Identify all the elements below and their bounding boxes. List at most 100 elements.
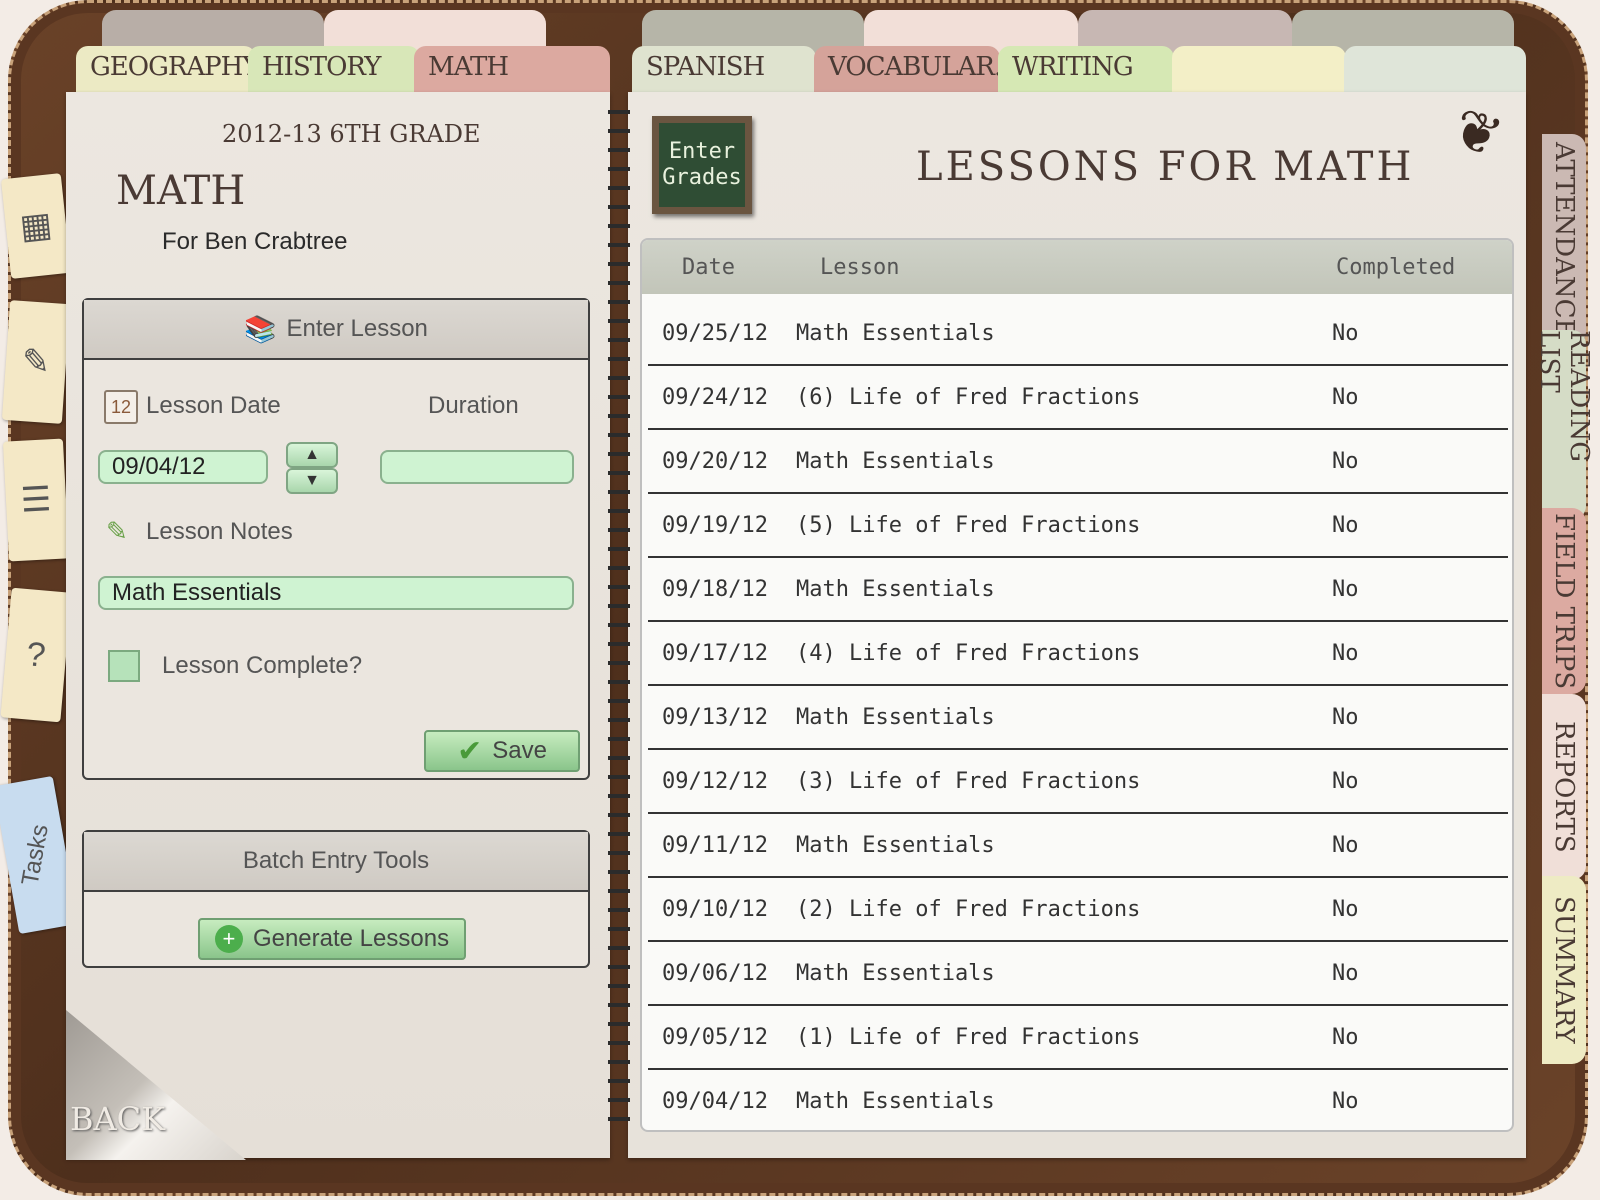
- lesson-complete-checkbox[interactable]: [108, 650, 140, 682]
- tab-reading-list-label: READING LIST: [1534, 330, 1594, 462]
- lessons-table: Date Lesson Completed 09/25/12 Math Essen…: [640, 238, 1514, 1132]
- row-date: 09/19/12: [662, 512, 768, 538]
- batch-entry-header: Batch Entry Tools: [84, 832, 588, 892]
- year-grade: 2012-13 6TH GRADE: [222, 120, 481, 148]
- row-lesson: Math Essentials: [796, 832, 995, 858]
- subject-title: MATH: [116, 168, 246, 214]
- enter-grades-button[interactable]: Enter Grades: [652, 116, 752, 214]
- row-lesson: (1) Life of Fred Fractions: [796, 1024, 1141, 1050]
- tab-history[interactable]: HISTORY: [248, 46, 420, 94]
- pencil-note[interactable]: ✎: [1, 300, 71, 424]
- table-row[interactable]: 09/25/12 Math Essentials No: [648, 302, 1508, 366]
- lesson-date-label: Lesson Date: [146, 392, 281, 419]
- student-name: For Ben Crabtree: [162, 228, 348, 255]
- notes-pencil-icon: ✎: [106, 516, 128, 546]
- books-icon: 📚: [244, 313, 277, 344]
- header-completed[interactable]: Completed: [1336, 255, 1512, 280]
- tab-blank-1[interactable]: [1172, 46, 1346, 94]
- tasks-label: Tasks: [16, 822, 55, 888]
- lesson-date-field[interactable]: 09/04/12: [98, 450, 268, 484]
- row-lesson: (4) Life of Fred Fractions: [796, 640, 1141, 666]
- table-row[interactable]: 09/06/12 Math Essentials No: [648, 942, 1508, 1006]
- row-lesson: (5) Life of Fred Fractions: [796, 512, 1141, 538]
- row-completed: No: [1332, 384, 1359, 410]
- table-row[interactable]: 09/19/12 (5) Life of Fred Fractions No: [648, 494, 1508, 558]
- table-row[interactable]: 09/11/12 Math Essentials No: [648, 814, 1508, 878]
- date-down-button[interactable]: ▼: [286, 468, 338, 494]
- table-row[interactable]: 09/18/12 Math Essentials No: [648, 558, 1508, 622]
- table-row[interactable]: 09/10/12 (2) Life of Fred Fractions No: [648, 878, 1508, 942]
- row-lesson: Math Essentials: [796, 704, 995, 730]
- tab-math[interactable]: MATH: [414, 46, 610, 94]
- row-completed: No: [1332, 1088, 1359, 1114]
- tab-blank-2[interactable]: [1344, 46, 1526, 94]
- lesson-notes-label: Lesson Notes: [146, 518, 293, 545]
- table-row[interactable]: 09/20/12 Math Essentials No: [648, 430, 1508, 494]
- row-completed: No: [1332, 448, 1359, 474]
- generate-lessons-button[interactable]: + Generate Lessons: [198, 918, 466, 960]
- lessons-title: LESSONS FOR MATH: [916, 144, 1415, 190]
- table-row[interactable]: 09/13/12 Math Essentials No: [648, 686, 1508, 750]
- enter-lesson-header: 📚 Enter Lesson: [84, 300, 588, 360]
- row-lesson: (2) Life of Fred Fractions: [796, 896, 1141, 922]
- tab-summary-label: SUMMARY: [1549, 896, 1579, 1044]
- row-completed: No: [1332, 1024, 1359, 1050]
- header-lesson[interactable]: Lesson: [790, 255, 1336, 280]
- row-completed: No: [1332, 768, 1359, 794]
- date-up-button[interactable]: ▲: [286, 442, 338, 468]
- enter-grades-line1: Enter: [668, 139, 736, 164]
- duration-field[interactable]: [380, 450, 574, 484]
- table-row[interactable]: 09/04/12 Math Essentials No: [648, 1070, 1508, 1130]
- table-row[interactable]: 09/12/12 (3) Life of Fred Fractions No: [648, 750, 1508, 814]
- table-row[interactable]: 09/24/12 (6) Life of Fred Fractions No: [648, 366, 1508, 430]
- back-button[interactable]: BACK: [70, 1100, 165, 1138]
- tab-reading-list[interactable]: READING LIST: [1534, 330, 1594, 520]
- tab-field-trips-label: FIELD TRIPS: [1549, 512, 1579, 690]
- tab-geography[interactable]: GEOGRAPHY: [76, 46, 256, 94]
- tab-field-trips[interactable]: FIELD TRIPS: [1542, 508, 1586, 694]
- tab-reports[interactable]: REPORTS: [1542, 694, 1586, 880]
- row-date: 09/25/12: [662, 320, 768, 346]
- row-lesson: Math Essentials: [796, 576, 995, 602]
- tab-attendance[interactable]: ATTENDANCE: [1542, 134, 1586, 346]
- enter-lesson-title: Enter Lesson: [286, 315, 428, 342]
- duration-label: Duration: [428, 392, 519, 419]
- tab-writing[interactable]: WRITING: [998, 46, 1174, 94]
- row-date: 09/18/12: [662, 576, 768, 602]
- row-lesson: Math Essentials: [796, 448, 995, 474]
- row-lesson: (6) Life of Fred Fractions: [796, 384, 1141, 410]
- tab-summary[interactable]: SUMMARY: [1542, 876, 1586, 1064]
- row-date: 09/17/12: [662, 640, 768, 666]
- tab-vocabulary-label: VOCABULAR..: [828, 52, 1000, 82]
- question-note[interactable]: ?: [0, 587, 72, 723]
- row-lesson: Math Essentials: [796, 320, 995, 346]
- list-note[interactable]: ☰: [2, 438, 70, 562]
- arrow-up-icon: ▲: [304, 446, 320, 463]
- tab-vocabulary[interactable]: VOCABULAR..: [814, 46, 1000, 94]
- save-button[interactable]: ✔ Save: [424, 730, 580, 772]
- tab-history-label: HISTORY: [262, 52, 381, 82]
- header-date[interactable]: Date: [642, 255, 790, 280]
- calculator-note[interactable]: ▦: [0, 173, 72, 279]
- tab-spanish[interactable]: SPANISH: [632, 46, 816, 94]
- checkmark-icon: ✔: [457, 734, 483, 768]
- table-row[interactable]: 09/05/12 (1) Life of Fred Fractions No: [648, 1006, 1508, 1070]
- tab-attendance-label: ATTENDANCE: [1549, 142, 1579, 338]
- tab-reports-label: REPORTS: [1549, 721, 1579, 853]
- row-completed: No: [1332, 832, 1359, 858]
- row-date: 09/20/12: [662, 448, 768, 474]
- row-completed: No: [1332, 512, 1359, 538]
- table-row[interactable]: 09/17/12 (4) Life of Fred Fractions No: [648, 622, 1508, 686]
- row-date: 09/13/12: [662, 704, 768, 730]
- lesson-notes-field[interactable]: Math Essentials: [98, 576, 574, 610]
- row-date: 09/24/12: [662, 384, 768, 410]
- row-completed: No: [1332, 320, 1359, 346]
- row-lesson: Math Essentials: [796, 1088, 995, 1114]
- row-date: 09/05/12: [662, 1024, 768, 1050]
- tab-math-label: MATH: [428, 52, 509, 82]
- row-date: 09/06/12: [662, 960, 768, 986]
- save-label: Save: [492, 737, 547, 764]
- row-date: 09/10/12: [662, 896, 768, 922]
- row-completed: No: [1332, 640, 1359, 666]
- row-completed: No: [1332, 896, 1359, 922]
